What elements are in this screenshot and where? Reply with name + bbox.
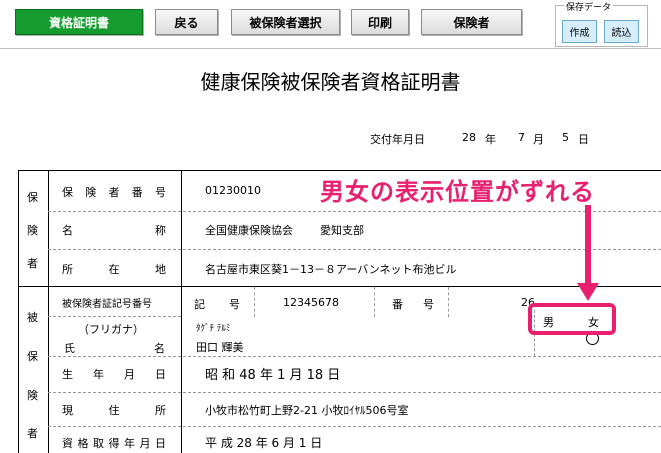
issue-day-unit: 日 [578,133,589,146]
label-column-border [181,170,182,453]
acquired-date-value: 平 成 28 年 6 月 1 日 [205,436,323,450]
certificate-button[interactable]: 資格証明書 [15,9,143,35]
insured-side-char: 者 [27,427,38,440]
insurer-number-value: 01230010 [205,184,261,197]
row-divider [48,316,181,317]
symbol-label: 記号 [194,298,240,311]
save-data-group: 保存データ 作成 読込 [555,0,648,47]
furigana-label: （フリガナ） [78,323,144,336]
callout-text: 男女の表示位置がずれる [320,178,595,206]
name-label-last: 名 [154,342,165,355]
insured-side-char: 被 [27,311,38,324]
insurer-side-char: 険 [27,224,38,237]
issue-date-label: 交付年月日 [370,133,425,146]
issue-month-unit: 月 [533,133,544,146]
table-left-border [18,170,19,453]
row-divider [48,392,661,393]
row-divider [48,211,661,212]
insurer-name-label: 名称 [62,224,166,237]
table-top-border [18,170,661,171]
card-number-label: 被保険者証記号番号 [62,299,152,310]
create-button[interactable]: 作成 [562,20,597,43]
issue-year-unit: 年 [485,133,496,146]
load-button[interactable]: 読込 [604,20,639,43]
current-address-label: 現住所 [62,404,166,417]
print-button[interactable]: 印刷 [351,9,409,35]
number-divider [374,287,375,317]
arrow-shaft [585,205,591,287]
name-value: 田口 輝美 [196,341,244,354]
insurer-name-value: 全国健康保険協会 [205,224,293,237]
name-label-first: 氏 [64,342,75,355]
insurer-button[interactable]: 保険者 [421,9,522,35]
birth-date-label: 生年月日 [62,368,166,381]
save-data-title: 保存データ [564,0,614,13]
insurer-number-label: 保険者番号 [62,186,166,199]
section-divider [18,286,661,287]
birth-date-value: 昭 和 48 年 1 月 18 日 [205,368,341,383]
insurer-address-value: 名古屋市東区葵1－13－８アーバンネット布池ビル [205,263,457,276]
toolbar-separator [0,48,661,49]
document-title: 健康保険被保険者資格証明書 [200,70,461,94]
side-column-border [48,170,49,453]
number-divider [448,287,449,317]
issue-month: 7 [518,131,525,144]
symbol-value: 12345678 [283,296,339,309]
insurer-side-char: 保 [27,191,38,204]
acquired-date-label: 資格取得年月日 [62,437,166,450]
symbol-divider [254,287,255,317]
gender-highlight-box [528,303,616,335]
current-address-value: 小牧市松竹町上野2-21 小牧ﾛｲﾔﾙ506号室 [205,404,409,417]
select-insured-button[interactable]: 被保険者選択 [231,9,340,35]
row-divider [48,249,661,250]
insurer-side-char: 者 [27,257,38,270]
insured-side-char: 保 [27,350,38,363]
furigana-value: ﾀｸﾞﾁ ﾃﾙﾐ [196,324,231,334]
insured-side-char: 険 [27,389,38,402]
issue-day: 5 [562,131,569,144]
insurer-address-label: 所在地 [62,263,166,276]
row-divider [48,356,661,357]
insurer-branch-value: 愛知支部 [320,224,364,237]
row-divider [48,426,661,427]
number-label: 番号 [392,298,434,311]
back-button[interactable]: 戻る [155,9,218,35]
issue-year: 28 [462,131,476,144]
arrow-down-icon [577,283,599,301]
